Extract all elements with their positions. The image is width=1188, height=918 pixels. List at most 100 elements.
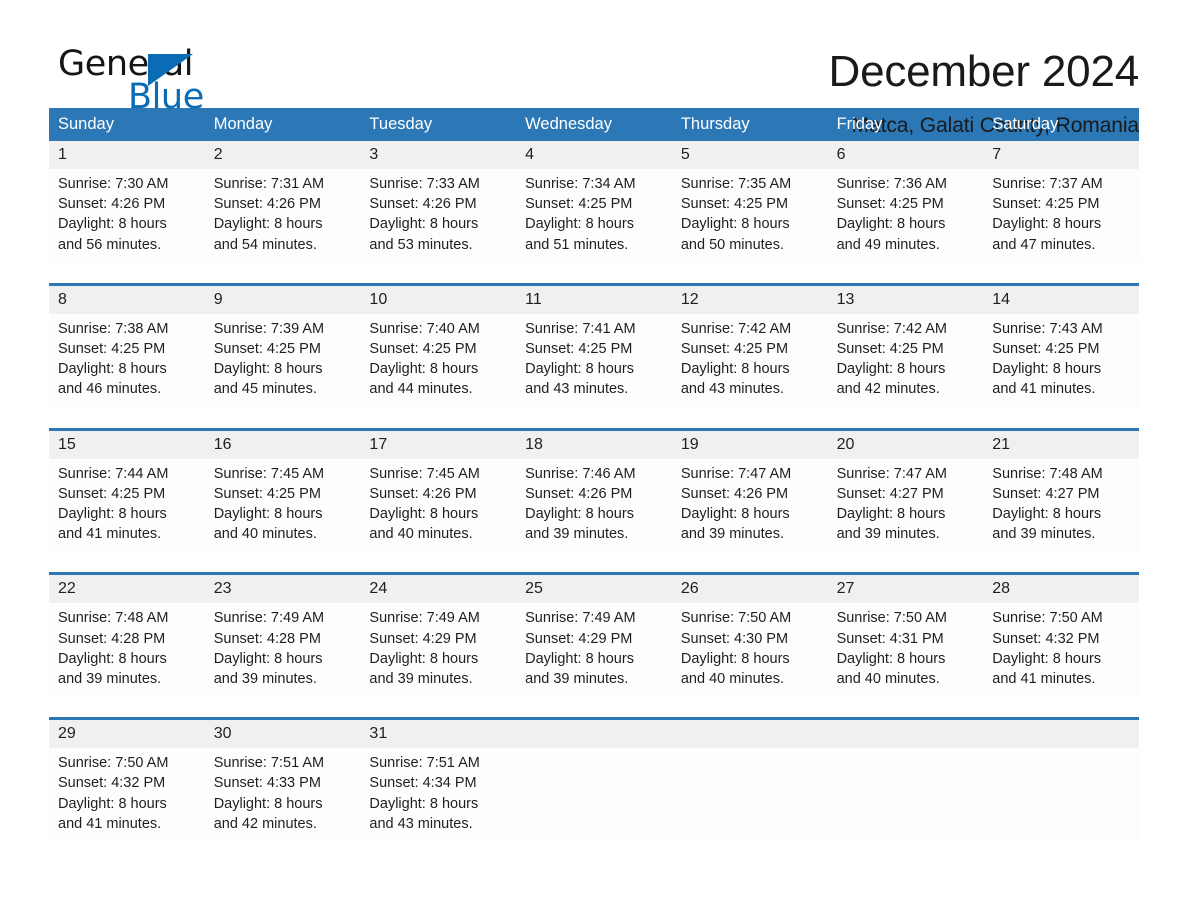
calendar-week-row: 1 2 3 4 5 6 7 Sunrise: 7:30 AM Sunset: 4:26 PM Da… — [49, 141, 1139, 263]
day-number[interactable]: 4 — [516, 141, 672, 169]
sunset-text: Sunset: 4:32 PM — [992, 630, 1100, 647]
daylight-text-line2: and 43 minutes. — [525, 381, 629, 398]
day-number[interactable]: 7 — [983, 141, 1139, 169]
day-number[interactable]: 25 — [516, 575, 672, 603]
day-cell[interactable]: Sunrise: 7:48 AM Sunset: 4:28 PM Daylight:… — [49, 603, 205, 697]
daylight-text-line2: and 53 minutes. — [369, 236, 473, 253]
week-daynumber-band: 8 9 10 11 12 13 14 — [49, 285, 1139, 314]
day-cell[interactable]: Sunrise: 7:33 AM Sunset: 4:26 PM Daylight:… — [360, 169, 516, 263]
day-number[interactable]: 14 — [983, 286, 1139, 314]
daylight-text-line2: and 40 minutes. — [369, 526, 473, 543]
day-cell[interactable]: Sunrise: 7:42 AM Sunset: 4:25 PM Daylight:… — [672, 314, 828, 408]
day-number[interactable]: 18 — [516, 431, 672, 459]
day-cell[interactable]: Sunrise: 7:47 AM Sunset: 4:26 PM Daylight:… — [672, 459, 828, 553]
day-number[interactable]: 17 — [360, 431, 516, 459]
day-cell[interactable]: Sunrise: 7:42 AM Sunset: 4:25 PM Daylight:… — [828, 314, 984, 408]
day-cell[interactable]: Sunrise: 7:35 AM Sunset: 4:25 PM Daylight:… — [672, 169, 828, 263]
generalblue-logo[interactable]: General Blue — [49, 44, 204, 117]
sunset-text: Sunset: 4:27 PM — [992, 485, 1100, 502]
month-calendar: Sunday Monday Tuesday Wednesday Thursday… — [49, 108, 1139, 843]
day-cell[interactable]: Sunrise: 7:49 AM Sunset: 4:29 PM Daylight:… — [516, 603, 672, 697]
day-cell[interactable]: Sunrise: 7:30 AM Sunset: 4:26 PM Daylight:… — [49, 169, 205, 263]
day-number[interactable]: 26 — [672, 575, 828, 603]
sunrise-text: Sunrise: 7:48 AM — [992, 465, 1103, 482]
day-number[interactable]: 2 — [205, 141, 361, 169]
day-number[interactable]: 23 — [205, 575, 361, 603]
day-number[interactable]: 8 — [49, 286, 205, 314]
day-cell[interactable]: Sunrise: 7:51 AM Sunset: 4:34 PM Daylight:… — [360, 748, 516, 842]
daylight-text-line1: Daylight: 8 hours — [213, 506, 323, 523]
day-number[interactable]: 3 — [360, 141, 516, 169]
weekday-saturday: Saturday — [992, 115, 1059, 133]
daylight-text-line1: Daylight: 8 hours — [58, 795, 167, 812]
day-cell[interactable]: Sunrise: 7:34 AM Sunset: 4:25 PM Daylight:… — [516, 169, 672, 263]
day-number[interactable]: 11 — [516, 286, 672, 314]
sunrise-text: Sunrise: 7:47 AM — [836, 465, 947, 482]
sunrise-text: Sunrise: 7:36 AM — [836, 176, 947, 192]
sunset-text: Sunset: 4:25 PM — [680, 196, 789, 213]
day-cell[interactable]: Sunrise: 7:40 AM Sunset: 4:25 PM Daylight:… — [360, 314, 516, 408]
weekday-tuesday: Tuesday — [369, 115, 433, 133]
day-number[interactable]: 30 — [205, 720, 361, 748]
day-number[interactable]: 20 — [828, 431, 984, 459]
sunset-text: Sunset: 4:25 PM — [836, 341, 944, 358]
day-number[interactable]: 27 — [828, 575, 984, 603]
sunset-text: Sunset: 4:26 PM — [369, 196, 477, 213]
daylight-text-line2: and 39 minutes. — [369, 671, 473, 688]
day-number[interactable]: 5 — [672, 141, 828, 169]
daylight-text-line1: Daylight: 8 hours — [525, 361, 634, 378]
week-detail-row: Sunrise: 7:48 AM Sunset: 4:28 PM Daylight:… — [49, 603, 1139, 698]
day-number[interactable]: 15 — [49, 431, 205, 459]
day-number[interactable]: 13 — [828, 286, 984, 314]
day-number[interactable]: 19 — [672, 431, 828, 459]
sunrise-text: Sunrise: 7:48 AM — [58, 610, 169, 627]
day-cell[interactable]: Sunrise: 7:48 AM Sunset: 4:27 PM Daylight:… — [983, 459, 1139, 553]
day-cell[interactable]: Sunrise: 7:45 AM Sunset: 4:25 PM Daylight:… — [205, 459, 361, 553]
day-number[interactable]: 31 — [360, 720, 516, 748]
day-cell[interactable]: Sunrise: 7:44 AM Sunset: 4:25 PM Daylight:… — [49, 459, 205, 553]
daylight-text-line1: Daylight: 8 hours — [836, 361, 946, 378]
daylight-text-line1: Daylight: 8 hours — [680, 361, 790, 378]
daylight-text-line2: and 41 minutes. — [992, 671, 1096, 688]
day-number[interactable]: 24 — [360, 575, 516, 603]
day-cell[interactable]: Sunrise: 7:49 AM Sunset: 4:29 PM Daylight:… — [360, 603, 516, 697]
day-cell[interactable]: Sunrise: 7:31 AM Sunset: 4:26 PM Daylight:… — [205, 169, 361, 263]
day-cell[interactable]: Sunrise: 7:49 AM Sunset: 4:28 PM Daylight:… — [205, 603, 361, 697]
day-cell[interactable]: Sunrise: 7:50 AM Sunset: 4:32 PM Daylight:… — [983, 603, 1139, 697]
day-cell[interactable]: Sunrise: 7:50 AM Sunset: 4:31 PM Daylight:… — [828, 603, 984, 697]
sunset-text: Sunset: 4:25 PM — [369, 341, 477, 358]
day-cell[interactable]: Sunrise: 7:45 AM Sunset: 4:26 PM Daylight:… — [360, 459, 516, 553]
sunset-text: Sunset: 4:25 PM — [992, 196, 1100, 213]
day-cell[interactable]: Sunrise: 7:51 AM Sunset: 4:33 PM Daylight:… — [205, 748, 361, 842]
daylight-text-line1: Daylight: 8 hours — [680, 650, 790, 667]
day-cell[interactable]: Sunrise: 7:50 AM Sunset: 4:32 PM Daylight:… — [49, 748, 205, 842]
day-cell[interactable]: Sunrise: 7:38 AM Sunset: 4:25 PM Daylight:… — [49, 314, 205, 408]
day-number[interactable]: 28 — [983, 575, 1139, 603]
day-cell[interactable]: Sunrise: 7:46 AM Sunset: 4:26 PM Daylight:… — [516, 459, 672, 553]
day-number[interactable]: 9 — [205, 286, 361, 314]
day-number[interactable]: 12 — [672, 286, 828, 314]
day-number[interactable]: 6 — [828, 141, 984, 169]
daylight-text-line1: Daylight: 8 hours — [369, 506, 479, 523]
day-number[interactable]: 10 — [360, 286, 516, 314]
sunset-text: Sunset: 4:25 PM — [213, 341, 321, 358]
sunrise-text: Sunrise: 7:39 AM — [213, 320, 325, 337]
day-cell[interactable]: Sunrise: 7:39 AM Sunset: 4:25 PM Daylight:… — [205, 314, 361, 408]
day-number[interactable]: 21 — [983, 431, 1139, 459]
day-cell[interactable]: Sunrise: 7:43 AM Sunset: 4:25 PM Daylight:… — [983, 314, 1139, 408]
day-cell[interactable]: Sunrise: 7:50 AM Sunset: 4:30 PM Daylight:… — [672, 603, 828, 697]
day-number[interactable]: 16 — [205, 431, 361, 459]
day-number[interactable]: 1 — [49, 141, 205, 169]
daylight-text-line1: Daylight: 8 hours — [992, 650, 1102, 667]
calendar-week-row: 15 16 17 18 19 20 21 Sunrise: 7:44 AM Sunset: 4:… — [49, 427, 1139, 553]
day-cell[interactable]: Sunrise: 7:41 AM Sunset: 4:25 PM Daylight:… — [516, 314, 672, 408]
day-number[interactable]: 22 — [49, 575, 205, 603]
day-cell[interactable]: Sunrise: 7:47 AM Sunset: 4:27 PM Daylight:… — [828, 459, 984, 553]
daylight-text-line2: and 39 minutes. — [525, 526, 629, 543]
day-cell-empty — [672, 748, 828, 842]
day-cell[interactable]: Sunrise: 7:36 AM Sunset: 4:25 PM Daylight:… — [828, 169, 984, 263]
sunrise-text: Sunrise: 7:45 AM — [213, 465, 325, 482]
day-number[interactable]: 29 — [49, 720, 205, 748]
day-cell[interactable]: Sunrise: 7:37 AM Sunset: 4:25 PM Daylight:… — [983, 169, 1139, 263]
daylight-text-line2: and 41 minutes. — [58, 815, 162, 832]
